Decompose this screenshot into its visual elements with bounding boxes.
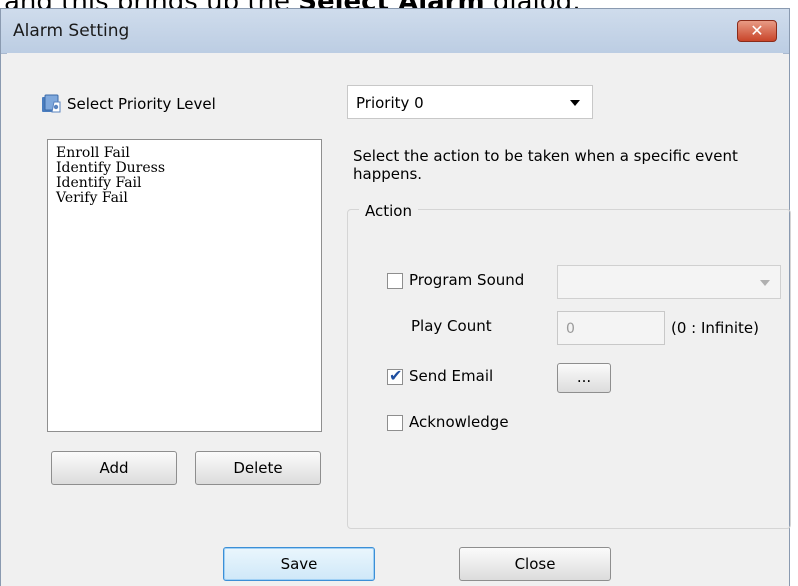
send-email-label: Send Email [409,367,494,385]
send-email-checkbox[interactable]: ✔ [387,366,403,385]
delete-button[interactable]: Delete [195,451,321,485]
checkmark-icon: ✔ [389,366,403,385]
save-button[interactable]: Save [223,547,375,581]
email-settings-button[interactable]: ... [557,363,611,393]
dialog-body: Select Priority Level Priority 0 Enroll … [7,53,791,586]
chevron-down-icon [570,100,580,106]
instruction-text: Select the action to be taken when a spe… [353,147,738,183]
action-group-label: Action [359,202,418,220]
program-sound-checkbox[interactable] [387,273,403,289]
acknowledge-label: Acknowledge [409,413,509,431]
priority-level-label: Select Priority Level [67,95,216,113]
play-count-value: 0 [566,321,575,337]
close-button[interactable]: Close [459,547,611,581]
priority-level-dropdown[interactable]: Priority 0 [347,85,593,119]
list-item[interactable]: Identify Fail [56,176,321,191]
acknowledge-checkbox[interactable] [387,415,403,431]
event-list[interactable]: Enroll Fail Identify Duress Identify Fai… [47,139,322,432]
chevron-down-icon [760,280,770,286]
play-count-field[interactable]: 0 [557,311,665,345]
close-window-button[interactable]: ✕ [737,20,777,42]
play-count-label: Play Count [411,317,492,335]
program-sound-select[interactable] [557,265,781,299]
priority-level-icon [42,94,61,113]
add-button[interactable]: Add [51,451,177,485]
list-item[interactable]: Enroll Fail [56,146,321,161]
list-item[interactable]: Identify Duress [56,161,321,176]
priority-selected-value: Priority 0 [356,94,424,112]
title-bar[interactable]: Alarm Setting ✕ [1,9,789,54]
list-item[interactable]: Verify Fail [56,191,321,206]
dialog-title: Alarm Setting [13,21,130,41]
program-sound-label: Program Sound [409,271,525,289]
close-icon: ✕ [750,21,764,40]
play-count-hint: (0 : Infinite) [671,319,760,337]
alarm-setting-dialog: Alarm Setting ✕ Select Priority Level Pr… [0,8,791,586]
